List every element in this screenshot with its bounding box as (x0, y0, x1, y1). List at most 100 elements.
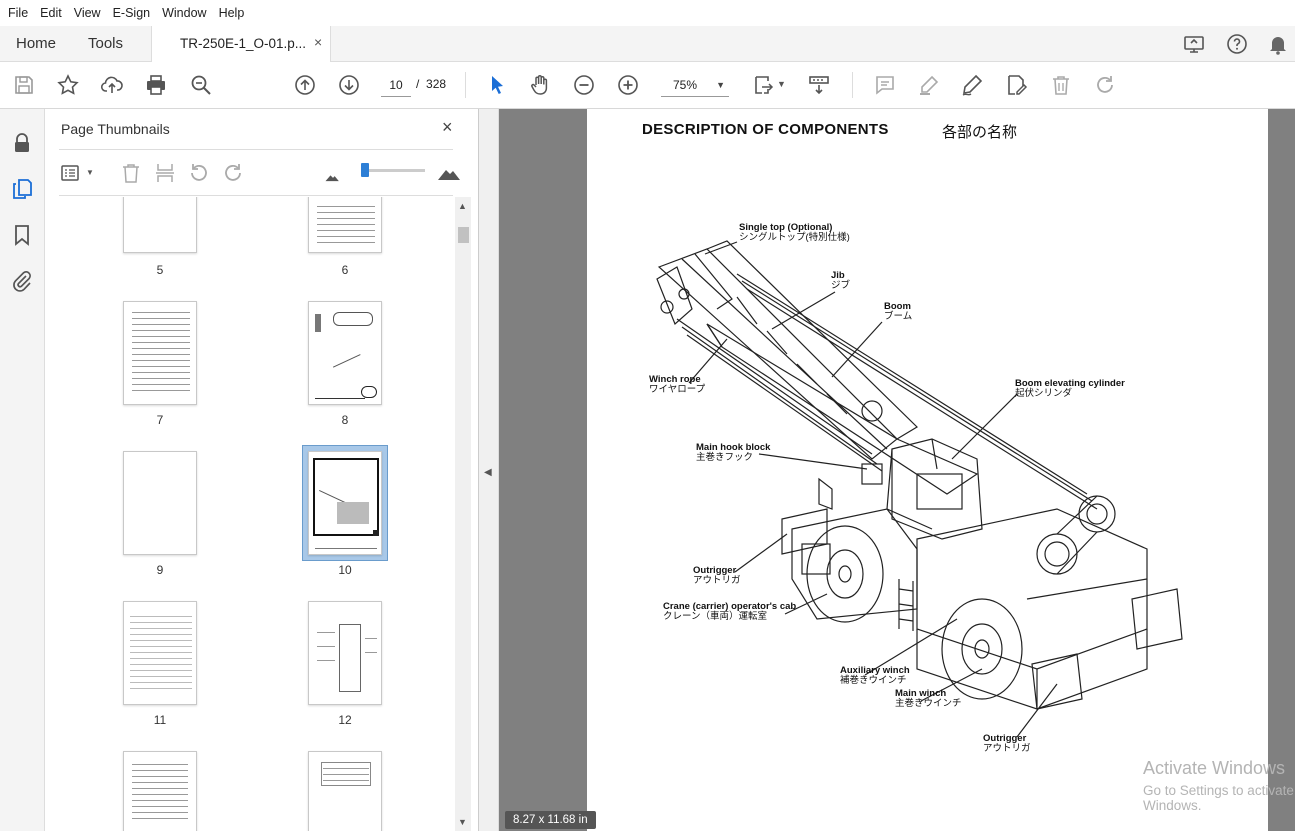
page-thumbnails-panel: Page Thumbnails × ▼ 5 6 7 8 9 10 11 12 ▲… (45, 109, 479, 831)
thumbnail-page[interactable] (123, 301, 197, 405)
delete-trash-icon[interactable] (1049, 73, 1073, 97)
tab-tools[interactable]: Tools (88, 35, 123, 52)
rotate-left-icon[interactable] (187, 161, 211, 185)
hand-tool-icon[interactable] (528, 73, 552, 97)
callout-auxiliary-winch: Auxiliary winch 補巻きウインチ (840, 665, 910, 686)
crane-diagram (656, 240, 1183, 738)
thumbnail-page[interactable] (308, 601, 382, 705)
main-toolbar: 10 / 328 75% ▼ ▼ (0, 62, 1295, 109)
upload-cloud-icon[interactable] (100, 73, 124, 97)
zoom-in-icon[interactable] (616, 73, 640, 97)
panel-close-icon[interactable]: × (442, 117, 453, 138)
menu-view[interactable]: View (70, 6, 105, 20)
thumbnail-size-slider-handle[interactable] (361, 163, 369, 177)
lock-icon[interactable] (10, 131, 34, 155)
page-number-input[interactable]: 10 (381, 73, 411, 97)
scroll-thumb[interactable] (458, 227, 469, 243)
zoom-search-icon[interactable] (189, 73, 213, 97)
thumbnail-label: 12 (338, 713, 352, 727)
options-menu-icon[interactable] (59, 161, 83, 185)
thumbnail-label: 10 (338, 563, 352, 577)
edit-text-icon[interactable] (1004, 73, 1028, 97)
callout-main-hook-block: Main hook block 主巻きフック (696, 442, 771, 463)
thumbnail-insert-icon[interactable] (153, 161, 177, 185)
bookmark-icon[interactable] (10, 223, 34, 247)
thumbnail-delete-icon[interactable] (119, 161, 143, 185)
panel-collapse-handle[interactable]: ◀ (479, 109, 499, 831)
print-icon[interactable] (144, 73, 168, 97)
scroll-down-arrow-icon[interactable]: ▼ (458, 817, 467, 827)
thumbnail-page[interactable] (123, 451, 197, 555)
callout-operators-cab: Crane (carrier) operator's cab クレーン（車両）運転… (663, 601, 797, 622)
callout-outrigger-right: Outrigger アウトリガ (983, 733, 1031, 754)
thumbnail-page-selected[interactable] (308, 451, 382, 555)
page-fit-icon[interactable] (752, 73, 776, 97)
zoom-level-select[interactable]: 75% ▼ (661, 73, 729, 97)
thumbnail-size-slider-track[interactable] (367, 169, 425, 172)
callout-single-top: Single top (Optional) シングルトップ(特別仕様) (739, 222, 850, 243)
collapse-left-icon[interactable]: ◀ (484, 467, 492, 478)
thumbnail-page[interactable] (123, 197, 197, 253)
save-icon[interactable] (12, 73, 36, 97)
thumbnail-scrollbar[interactable]: ▲ ▼ (455, 197, 471, 831)
menu-window[interactable]: Window (158, 6, 210, 20)
thumbnail-page[interactable] (123, 751, 197, 831)
large-mountain-icon[interactable] (437, 161, 461, 185)
callout-jib: Jib ジブ (831, 270, 851, 291)
toolbar-separator (852, 72, 853, 98)
rotate-right-icon[interactable] (221, 161, 245, 185)
zoom-out-icon[interactable] (572, 73, 596, 97)
highlight-pen-icon[interactable] (917, 73, 941, 97)
next-page-icon[interactable] (337, 73, 361, 97)
share-screen-icon[interactable] (1182, 32, 1206, 56)
redo-icon[interactable] (1093, 73, 1117, 97)
thumbnail-label: 6 (341, 263, 349, 277)
callout-boom: Boom ブーム (884, 301, 913, 322)
tab-document[interactable]: TR-250E-1_O-01.p... × (151, 26, 331, 63)
thumbnail-label: 5 (156, 263, 164, 277)
thumbnail-label: 11 (153, 713, 167, 727)
thumbnail-list: 5 6 7 8 9 10 11 12 (45, 197, 455, 831)
thumbnail-label: 8 (341, 413, 349, 427)
scroll-mode-icon[interactable] (807, 73, 831, 97)
options-chevron-icon[interactable]: ▼ (86, 168, 94, 177)
notification-bell-icon[interactable] (1266, 32, 1290, 56)
small-mountain-icon[interactable] (323, 167, 347, 191)
menu-edit[interactable]: Edit (36, 6, 66, 20)
callout-winch-rope: Winch rope ワイヤロープ (649, 374, 706, 395)
activate-windows-subtext: Go to Settings to activate Windows. (1143, 783, 1294, 813)
attachment-paperclip-icon[interactable] (10, 269, 34, 293)
panel-divider (59, 195, 453, 196)
page-total: / 328 (416, 77, 447, 91)
callout-boom-elevating-cylinder: Boom elevating cylinder 起伏シリンダ (1015, 378, 1125, 399)
tab-bar: Home Tools TR-250E-1_O-01.p... × (0, 26, 1295, 63)
previous-page-icon[interactable] (293, 73, 317, 97)
page-thumbnails-icon[interactable] (10, 177, 34, 201)
thumbnail-label: 7 (156, 413, 164, 427)
menu-file[interactable]: File (4, 6, 32, 20)
help-icon[interactable] (1225, 32, 1249, 56)
left-navigation-rail (0, 109, 45, 831)
draw-freehand-icon[interactable] (960, 73, 984, 97)
callout-outrigger-left: Outrigger アウトリガ (693, 565, 741, 586)
panel-title: Page Thumbnails (61, 121, 170, 137)
select-cursor-icon[interactable] (485, 73, 509, 97)
thumbnail-page[interactable] (308, 301, 382, 405)
thumbnail-tools: ▼ (45, 153, 479, 193)
scroll-up-arrow-icon[interactable]: ▲ (458, 201, 467, 211)
bookmark-star-icon[interactable] (56, 73, 80, 97)
tab-home[interactable]: Home (16, 35, 56, 52)
comment-icon[interactable] (873, 73, 897, 97)
thumbnail-page[interactable] (123, 601, 197, 705)
tab-close-icon[interactable]: × (314, 34, 322, 50)
document-view: DESCRIPTION OF COMPONENTS 各部の名称 Single t… (499, 109, 1295, 831)
thumbnail-page[interactable] (308, 751, 382, 831)
tab-document-label: TR-250E-1_O-01.p... (180, 36, 307, 51)
menu-esign[interactable]: E-Sign (109, 6, 155, 20)
thumbnail-page[interactable] (308, 197, 382, 253)
chevron-down-icon: ▼ (716, 80, 725, 90)
zoom-level-value: 75% (673, 78, 698, 92)
menu-help[interactable]: Help (215, 6, 249, 20)
panel-divider (59, 149, 453, 150)
page-fit-chevron-icon[interactable]: ▼ (777, 79, 786, 89)
